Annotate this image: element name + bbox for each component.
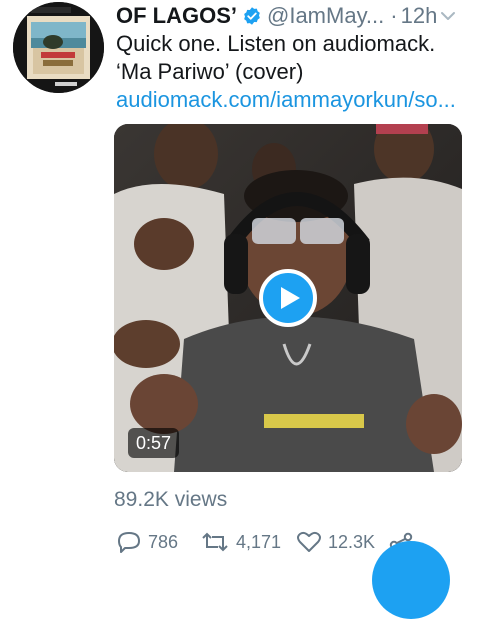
account-name[interactable]: OF LAGOS’ [116, 3, 237, 29]
chevron-down-icon[interactable] [438, 6, 458, 26]
retweet-count: 4,171 [236, 531, 282, 552]
tweet-header: OF LAGOS’ @IamMay... · 12h [116, 0, 466, 32]
reply-count: 786 [148, 531, 179, 552]
tweet-text-line: Quick one. Listen on audiomack. [116, 31, 436, 56]
retweet-button[interactable]: 4,171 [200, 530, 281, 554]
account-handle[interactable]: @IamMay... [267, 3, 384, 29]
retweet-icon [202, 532, 228, 552]
album-art-image [13, 2, 104, 93]
tweet-timestamp[interactable]: 12h [401, 3, 438, 29]
video-duration: 0:57 [128, 428, 180, 458]
view-count: 89.2K views [114, 488, 228, 511]
like-button[interactable]: 12.3K [296, 530, 375, 554]
play-icon [281, 287, 300, 309]
avatar[interactable] [13, 2, 104, 93]
tweet-link[interactable]: audiomack.com/iammayorkun/so... [116, 86, 471, 114]
tweet-text-line: ‘Ma Pariwo’ (cover) [116, 59, 304, 84]
play-button[interactable] [259, 269, 317, 327]
tweet-text: Quick one. Listen on audiomack. ‘Ma Pari… [116, 30, 471, 114]
like-count: 12.3K [328, 531, 376, 552]
reply-button[interactable]: 786 [116, 530, 178, 554]
video-player[interactable]: 0:57 [114, 124, 462, 472]
heart-icon [297, 531, 321, 552]
separator-dot: · [390, 3, 398, 28]
verified-badge-icon [242, 6, 262, 26]
compose-fab-button[interactable] [372, 541, 450, 619]
reply-icon [118, 532, 140, 553]
